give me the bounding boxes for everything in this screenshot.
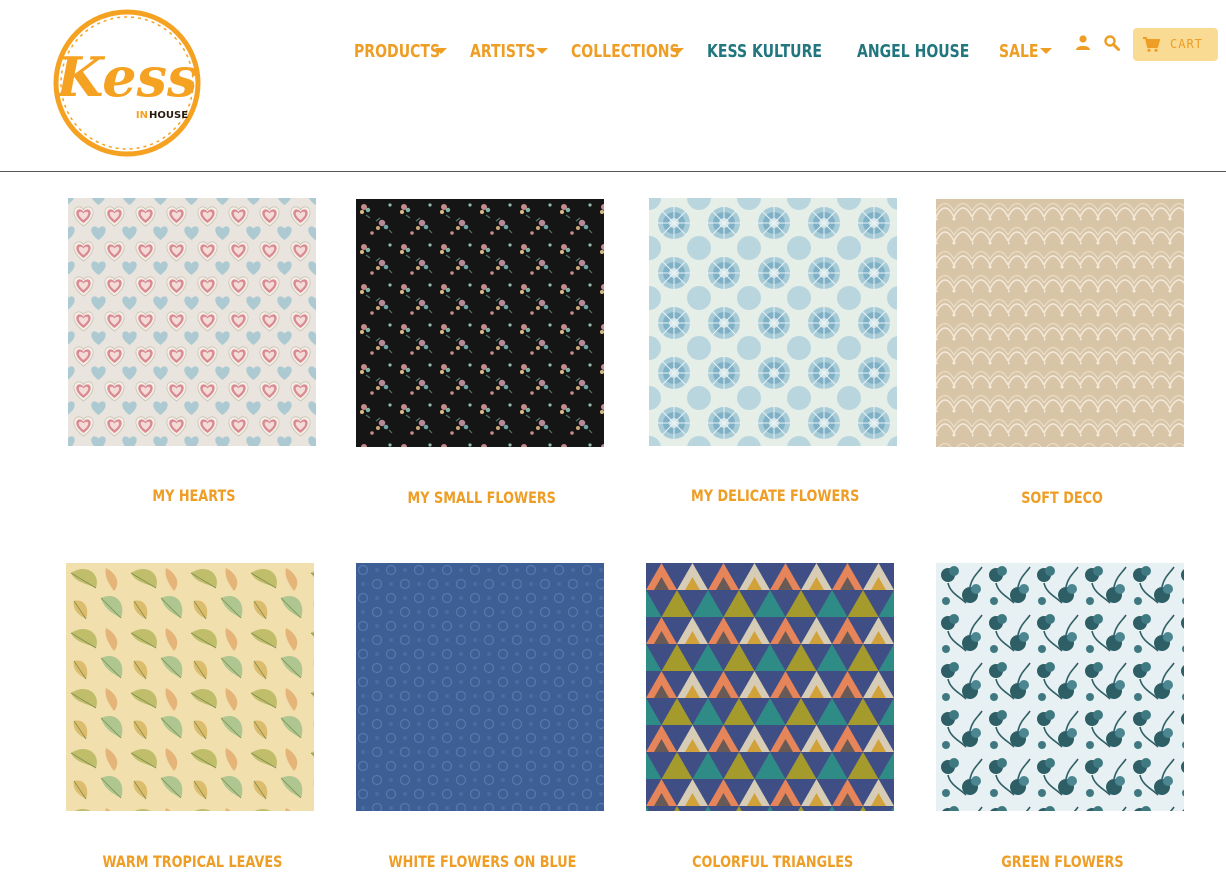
product-card[interactable]: My Small Flowers <box>356 199 604 509</box>
nav-item-collections[interactable]: Collections <box>571 36 710 66</box>
product-image[interactable] <box>356 563 604 811</box>
search-icon[interactable] <box>1103 34 1121 52</box>
product-card[interactable]: Colorful Triangles <box>646 563 894 873</box>
chevron-down-icon[interactable] <box>672 48 684 54</box>
product-card[interactable]: My Hearts <box>68 198 316 508</box>
nav-label: Artists <box>470 40 536 62</box>
nav-label: Kess Kulture <box>707 40 822 62</box>
site-header: Kess IN HOUSE Products Artists Collectio… <box>0 0 1226 172</box>
chevron-down-icon[interactable] <box>1040 48 1052 54</box>
product-image[interactable] <box>936 199 1184 447</box>
svg-text:IN: IN <box>136 110 148 121</box>
product-card[interactable]: Warm Tropical Leaves <box>66 563 314 873</box>
nav-item-products[interactable]: Products <box>354 36 464 66</box>
product-title[interactable]: Colorful Triangles <box>649 852 897 871</box>
product-card[interactable]: White Flowers on Blue <box>356 563 604 873</box>
product-image[interactable] <box>646 563 894 811</box>
chevron-down-icon[interactable] <box>435 48 447 54</box>
product-image[interactable] <box>66 563 314 811</box>
nav-item-angel-house[interactable]: Angel House <box>857 36 1001 66</box>
nav-label: Sale <box>999 40 1039 62</box>
product-image[interactable] <box>356 199 604 447</box>
user-icon[interactable] <box>1074 34 1092 52</box>
nav-label: Products <box>354 40 441 62</box>
chevron-down-icon[interactable] <box>536 48 548 54</box>
kess-inhouse-logo[interactable]: Kess IN HOUSE <box>50 8 204 158</box>
product-title[interactable]: My Hearts <box>70 486 318 505</box>
product-image[interactable] <box>649 198 897 446</box>
product-card[interactable]: Soft Deco <box>936 199 1184 509</box>
shopping-cart-icon <box>1142 35 1160 53</box>
nav-label: Angel House <box>857 40 970 62</box>
product-card[interactable]: Green Flowers <box>936 563 1184 873</box>
nav-label: Collections <box>571 40 680 62</box>
product-title[interactable]: White Flowers on Blue <box>358 852 606 871</box>
cart-button[interactable]: CART <box>1133 28 1218 61</box>
nav-item-kess-kulture[interactable]: Kess Kulture <box>707 36 854 66</box>
product-card[interactable]: My Delicate Flowers <box>649 198 897 508</box>
product-title[interactable]: Green Flowers <box>938 852 1186 871</box>
product-image[interactable] <box>68 198 316 446</box>
product-title[interactable]: My Delicate Flowers <box>651 486 899 505</box>
product-title[interactable]: Warm Tropical Leaves <box>68 852 316 871</box>
product-title[interactable]: My Small Flowers <box>358 488 606 507</box>
svg-text:Kess: Kess <box>55 45 198 109</box>
svg-text:HOUSE: HOUSE <box>149 110 188 121</box>
product-image[interactable] <box>936 563 1184 811</box>
product-title[interactable]: Soft Deco <box>938 488 1186 507</box>
cart-label: CART <box>1170 37 1203 51</box>
